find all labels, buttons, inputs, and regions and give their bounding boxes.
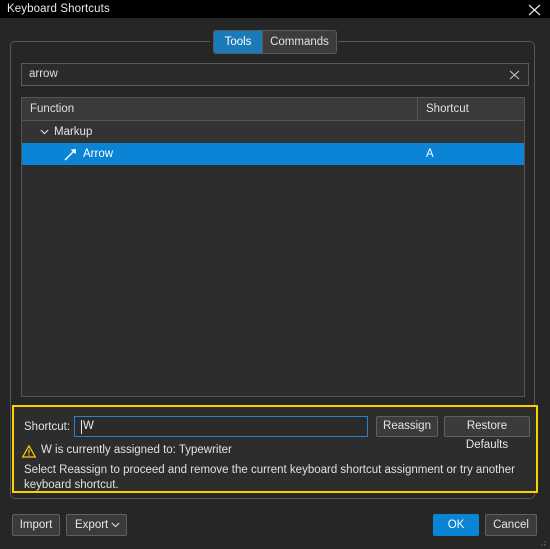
column-divider[interactable] <box>417 98 418 120</box>
import-button[interactable]: Import <box>12 514 60 536</box>
close-button[interactable] <box>522 0 546 18</box>
resize-grip[interactable] <box>536 536 548 548</box>
warning-message: W is currently assigned to: Typewriter <box>41 444 232 456</box>
text-caret <box>81 420 82 434</box>
search-field[interactable] <box>21 63 529 86</box>
row-function-label: Arrow <box>83 148 114 160</box>
ok-button[interactable]: OK <box>433 514 479 536</box>
row-shortcut-value: A <box>426 148 434 160</box>
restore-defaults-button[interactable]: Restore Defaults <box>444 416 530 451</box>
shortcut-input-value: W <box>83 420 94 432</box>
search-input[interactable] <box>29 64 489 85</box>
hint-message: Select Reassign to proceed and remove th… <box>24 464 515 491</box>
shortcuts-table: Function Shortcut Markup Arrow A <box>21 97 525 397</box>
keyboard-shortcuts-dialog: Keyboard Shortcuts Tools Commands Functi… <box>0 0 550 549</box>
tab-commands[interactable]: Commands <box>262 31 336 53</box>
window-title: Keyboard Shortcuts <box>7 3 110 15</box>
chevron-down-icon[interactable] <box>111 522 120 528</box>
search-clear-button[interactable] <box>502 65 527 84</box>
table-body: Markup Arrow A <box>22 121 524 396</box>
table-group-row-markup[interactable]: Markup <box>22 121 524 143</box>
close-icon <box>509 70 520 80</box>
tab-strip: Tools Commands <box>213 30 337 54</box>
arrow-northeast-icon <box>64 149 76 161</box>
tab-tools[interactable]: Tools <box>214 31 262 53</box>
table-header: Function Shortcut <box>22 98 524 121</box>
shortcut-assignment-panel: Shortcut: W Reassign Restore Defaults W … <box>12 405 538 493</box>
cancel-button[interactable]: Cancel <box>485 514 537 536</box>
chevron-down-icon[interactable] <box>40 129 49 135</box>
reassign-button[interactable]: Reassign <box>376 416 438 437</box>
column-header-shortcut[interactable]: Shortcut <box>426 98 469 120</box>
export-button-label: Export <box>75 519 109 531</box>
title-bar: Keyboard Shortcuts <box>0 0 550 18</box>
export-button[interactable]: Export <box>66 514 127 536</box>
shortcut-label: Shortcut: <box>24 421 71 433</box>
shortcut-input[interactable]: W <box>74 416 368 437</box>
group-label: Markup <box>54 126 93 138</box>
warning-triangle-icon <box>22 445 36 458</box>
table-row[interactable]: Arrow A <box>22 143 524 165</box>
close-icon <box>528 4 541 16</box>
column-header-function[interactable]: Function <box>30 98 74 120</box>
